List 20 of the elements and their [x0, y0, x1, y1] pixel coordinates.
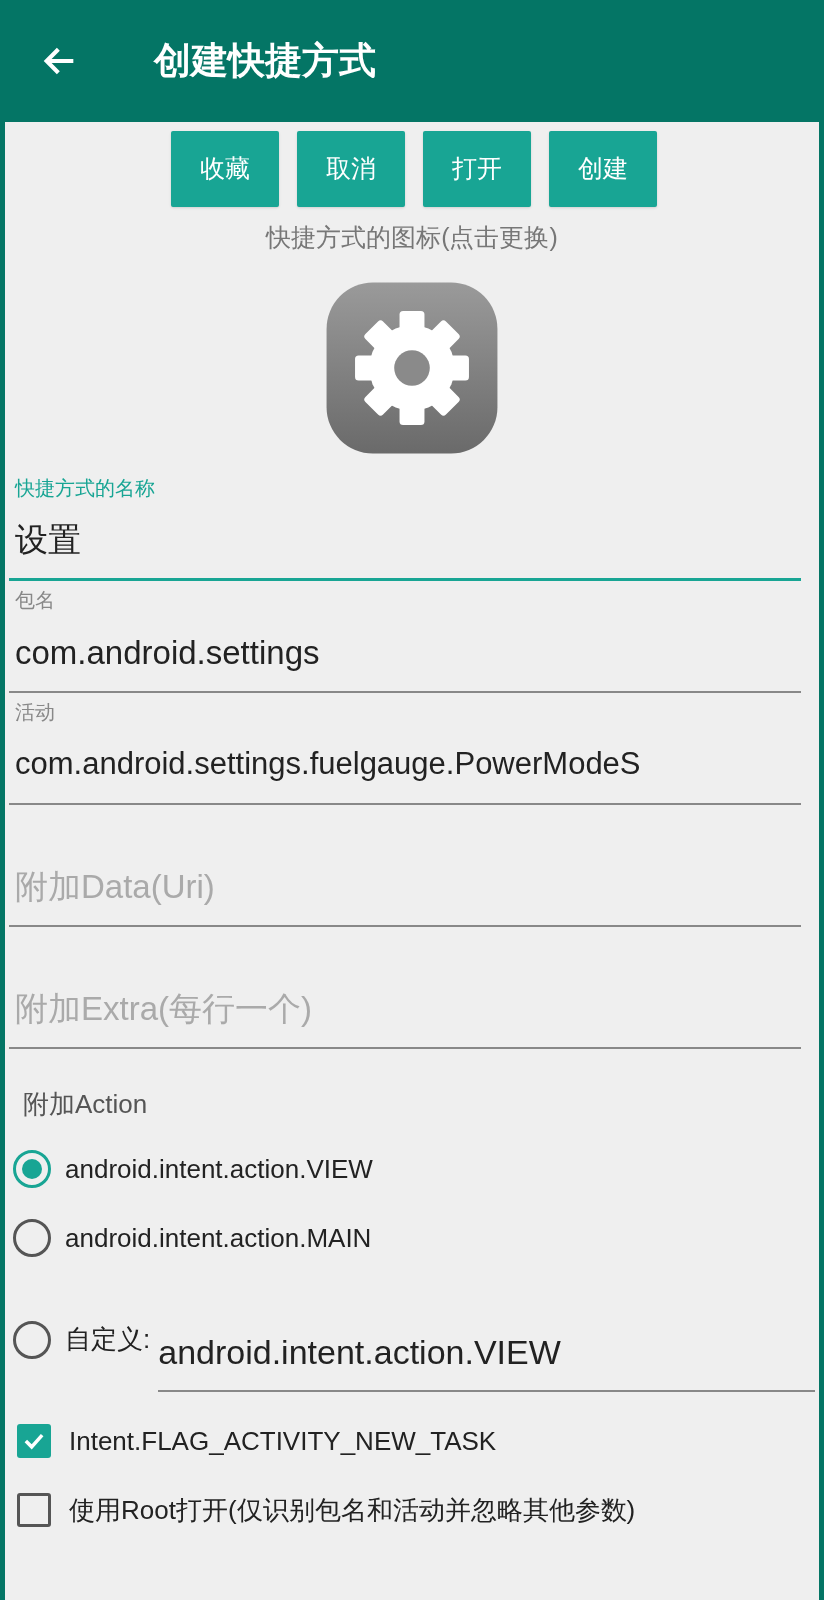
section-heading: 附加Action: [23, 1087, 149, 1121]
text-field[interactable]: com.android.settings.fuelgauge.PowerModeS: [9, 726, 801, 805]
screen-title: 创建快捷方式: [154, 39, 376, 84]
radio-button[interactable]: [13, 1150, 51, 1188]
radio-label[interactable]: android.intent.action.VIEW: [65, 1149, 373, 1189]
field-label: 快捷方式的名称: [15, 475, 156, 501]
radio-button[interactable]: [13, 1320, 51, 1359]
custom-action-field[interactable]: android.intent.action.VIEW: [158, 1315, 815, 1392]
icon-hint: 快捷方式的图标(点击更换): [266, 222, 558, 253]
text-field[interactable]: com.android.settings: [9, 614, 801, 693]
checkbox[interactable]: [17, 1493, 51, 1527]
radio-label[interactable]: 自定义:: [65, 1320, 151, 1359]
checkbox-label[interactable]: Intent.FLAG_ACTIVITY_NEW_TASK: [69, 1421, 497, 1461]
radio-button[interactable]: [13, 1219, 51, 1257]
field-label: 包名: [15, 587, 56, 613]
radio-label[interactable]: android.intent.action.MAIN: [65, 1218, 372, 1258]
text-field[interactable]: 设置: [9, 502, 801, 581]
checkbox-label[interactable]: 使用Root打开(仅识别包名和活动并忽略其他参数): [69, 1490, 636, 1530]
checkbox[interactable]: [17, 1424, 51, 1458]
field-label: 活动: [15, 699, 56, 725]
